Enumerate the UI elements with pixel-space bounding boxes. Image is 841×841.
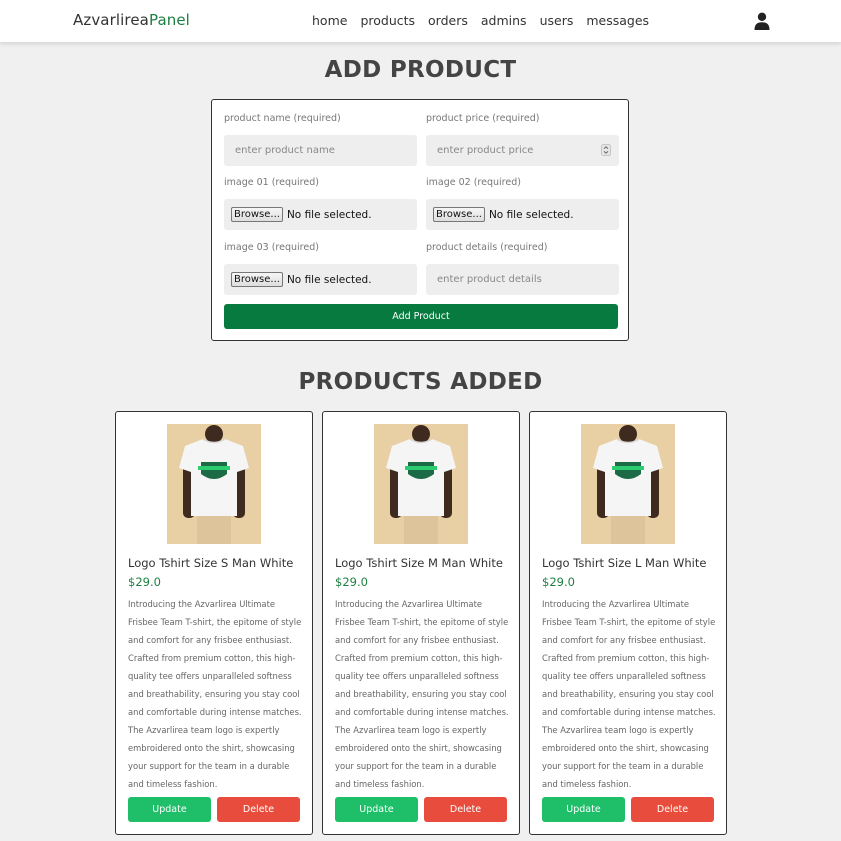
product-price: $29.0 (335, 575, 368, 589)
product-details-label: product details (required) (426, 242, 548, 253)
nav-products[interactable]: products (360, 13, 415, 28)
product-description: Introducing the Azvarlirea Ultimate Fris… (335, 599, 509, 789)
brand-logo[interactable]: AzvarlireaPanel (73, 11, 190, 29)
product-price: $29.0 (542, 575, 575, 589)
product-price-input[interactable] (435, 144, 619, 157)
add-product-title: ADD PRODUCT (324, 57, 517, 83)
product-card: Logo Tshirt Size S Man White $29.0 Intro… (115, 411, 313, 835)
product-image (167, 424, 261, 544)
product-image (374, 424, 468, 544)
image-02-file-input[interactable]: Browse... No file selected. (426, 199, 619, 230)
delete-button[interactable]: Delete (424, 797, 507, 822)
product-image (581, 424, 675, 544)
spinner-icon[interactable] (601, 144, 611, 156)
image-01-label: image 01 (required) (224, 177, 319, 188)
image-03-file-input[interactable]: Browse... No file selected. (224, 264, 417, 295)
top-header: AzvarlireaPanel home products orders adm… (0, 0, 841, 42)
nav-orders[interactable]: orders (428, 13, 468, 28)
product-name-input[interactable] (233, 144, 417, 157)
main-nav: home products orders admins users messag… (312, 13, 649, 28)
user-icon[interactable] (754, 12, 770, 30)
product-card: Logo Tshirt Size L Man White $29.0 Intro… (529, 411, 727, 835)
product-name: Logo Tshirt Size M Man White (335, 556, 503, 570)
image-02-file-status: No file selected. (488, 208, 574, 221)
delete-button[interactable]: Delete (217, 797, 300, 822)
product-name: Logo Tshirt Size L Man White (542, 556, 707, 570)
image-03-browse-button[interactable]: Browse... (231, 272, 283, 287)
nav-home[interactable]: home (312, 13, 347, 28)
products-added-title: PRODUCTS ADDED (298, 369, 543, 395)
product-price: $29.0 (128, 575, 161, 589)
product-card: Logo Tshirt Size M Man White $29.0 Intro… (322, 411, 520, 835)
logo-main-text: Azvarlirea (73, 11, 149, 29)
product-details-field[interactable] (426, 264, 619, 295)
update-button[interactable]: Update (335, 797, 418, 822)
product-name-field[interactable] (224, 135, 417, 166)
update-button[interactable]: Update (128, 797, 211, 822)
product-description: Introducing the Azvarlirea Ultimate Fris… (128, 599, 302, 789)
product-description: Introducing the Azvarlirea Ultimate Fris… (542, 599, 716, 789)
add-product-form: product name (required) product price (r… (211, 99, 629, 341)
image-01-file-input[interactable]: Browse... No file selected. (224, 199, 417, 230)
image-01-browse-button[interactable]: Browse... (231, 207, 283, 222)
logo-accent-text: Panel (148, 11, 190, 29)
image-01-file-status: No file selected. (286, 208, 372, 221)
delete-button[interactable]: Delete (631, 797, 714, 822)
image-02-label: image 02 (required) (426, 177, 521, 188)
product-price-field[interactable] (426, 135, 619, 166)
update-button[interactable]: Update (542, 797, 625, 822)
image-03-label: image 03 (required) (224, 242, 319, 253)
product-details-input[interactable] (435, 273, 619, 286)
image-03-file-status: No file selected. (286, 273, 372, 286)
nav-admins[interactable]: admins (481, 13, 527, 28)
product-price-label: product price (required) (426, 113, 540, 124)
image-02-browse-button[interactable]: Browse... (433, 207, 485, 222)
nav-users[interactable]: users (540, 13, 574, 28)
product-name: Logo Tshirt Size S Man White (128, 556, 294, 570)
add-product-button[interactable]: Add Product (224, 304, 618, 329)
product-name-label: product name (required) (224, 113, 341, 124)
nav-messages[interactable]: messages (586, 13, 649, 28)
